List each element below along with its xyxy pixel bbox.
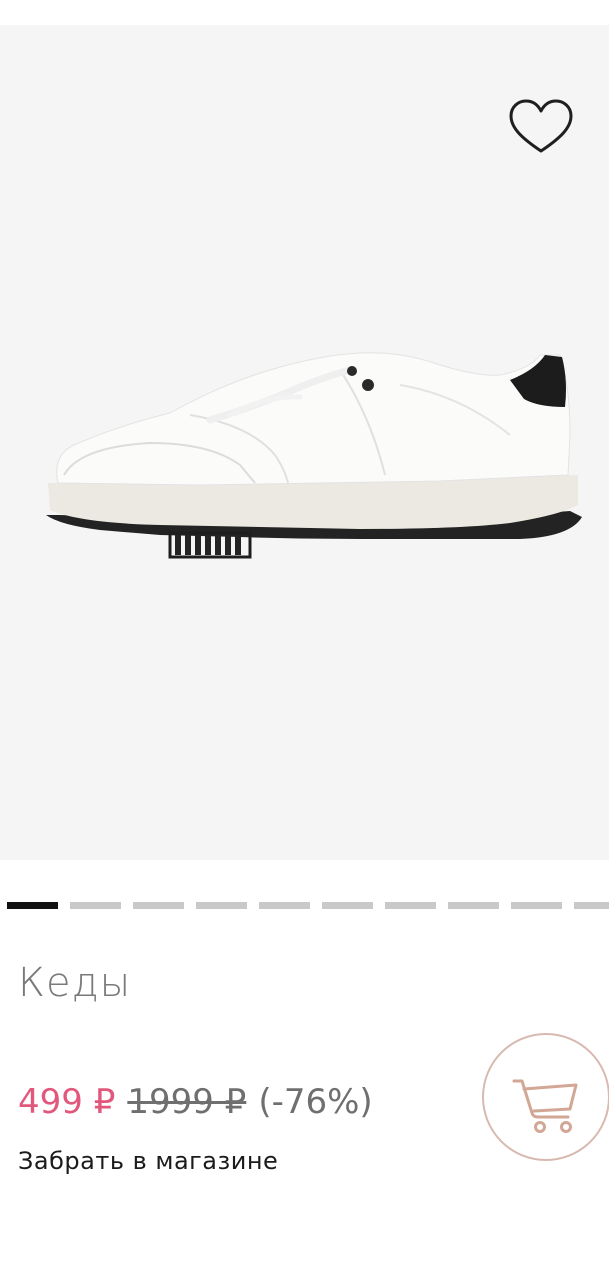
product-title: Кеды xyxy=(18,960,132,1006)
pagination-dot-3[interactable] xyxy=(133,902,184,909)
pagination-dot-1[interactable] xyxy=(7,902,58,909)
pagination-dot-4[interactable] xyxy=(196,902,247,909)
price-row: 499 ₽ 1999 ₽ (-76%) xyxy=(18,1080,373,1124)
product-page: Кеды 499 ₽ 1999 ₽ (-76%) Забрать в магазин… xyxy=(0,0,609,1279)
pagination-dot-10[interactable] xyxy=(574,902,609,909)
product-gallery[interactable] xyxy=(0,25,609,860)
pagination-dot-9[interactable] xyxy=(511,902,562,909)
favorite-button[interactable] xyxy=(508,99,574,155)
price-old: 1999 ₽ xyxy=(127,1082,247,1122)
pagination-dot-8[interactable] xyxy=(448,902,499,909)
discount-badge: (-76%) xyxy=(258,1082,373,1122)
add-to-cart-button[interactable] xyxy=(482,1033,609,1161)
price-current: 499 ₽ xyxy=(18,1082,116,1122)
pagination-dot-6[interactable] xyxy=(322,902,373,909)
heart-outline-icon xyxy=(509,99,573,153)
product-image-sneaker xyxy=(46,352,582,559)
pagination-dot-5[interactable] xyxy=(259,902,310,909)
gallery-pagination xyxy=(7,902,609,910)
pagination-dot-7[interactable] xyxy=(385,902,436,909)
pickup-info: Забрать в магазине xyxy=(18,1147,279,1175)
pagination-dot-2[interactable] xyxy=(70,902,121,909)
shopping-cart-icon xyxy=(512,1079,578,1133)
